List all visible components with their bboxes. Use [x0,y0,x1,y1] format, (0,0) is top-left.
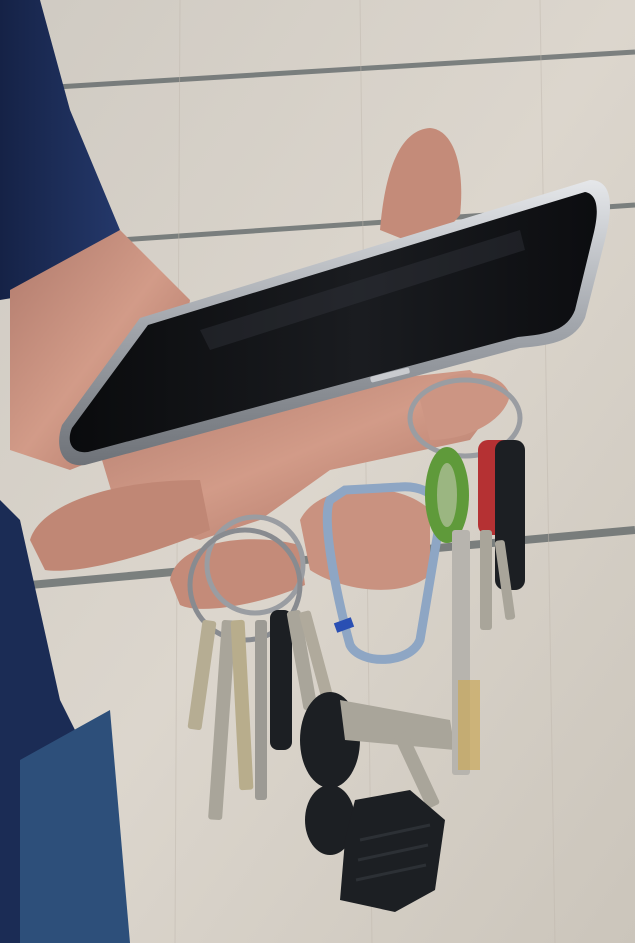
photo-scene [0,0,635,943]
finger-3 [300,488,430,590]
